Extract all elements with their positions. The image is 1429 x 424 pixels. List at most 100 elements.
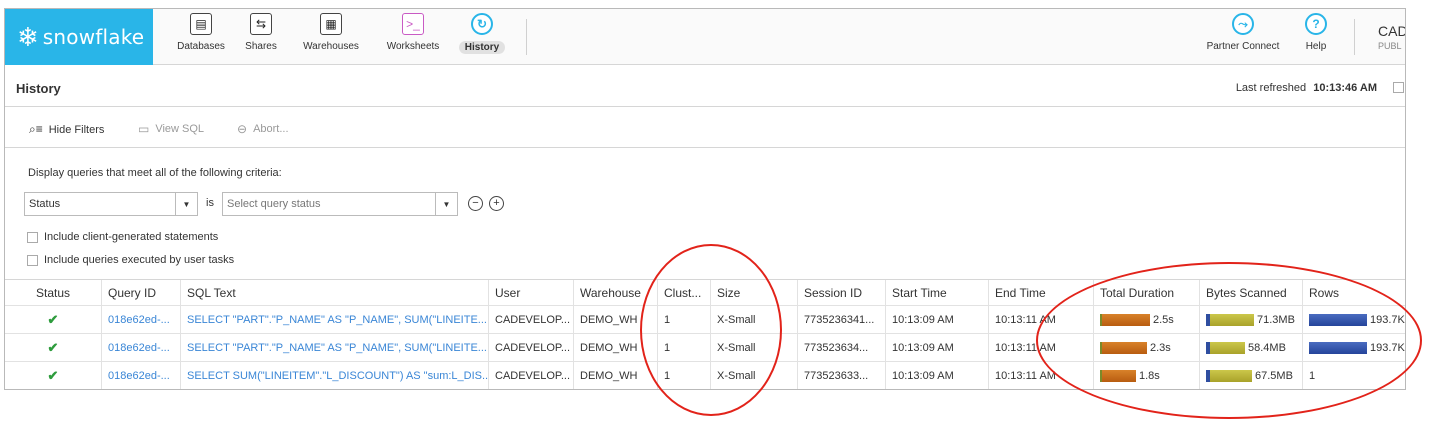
cell-sql-text[interactable]: SELECT "PART"."P_NAME" AS "P_NAME", SUM(… <box>181 306 489 333</box>
nav-help[interactable]: ? Help <box>1301 13 1331 63</box>
cell-total-duration: 2.3s <box>1094 334 1200 361</box>
filter-operator: is <box>206 197 214 209</box>
cell-total-duration: 1.8s <box>1094 362 1200 389</box>
success-check-icon: ✔ <box>47 367 59 383</box>
snowflake-logo[interactable]: ❄ snowflake <box>5 9 153 65</box>
column-header-cluster[interactable]: Clust... <box>658 280 711 305</box>
nav-label: Partner Connect <box>1206 41 1280 52</box>
cell-sql-text[interactable]: SELECT SUM("LINEITEM"."L_DISCOUNT") AS "… <box>181 362 489 389</box>
brand-name: snowflake <box>42 25 145 49</box>
cell-warehouse: DEMO_WH <box>574 362 658 389</box>
include-client-checkbox[interactable]: Include client-generated statements <box>27 231 218 243</box>
include-client-label: Include client-generated statements <box>44 231 219 243</box>
success-check-icon: ✔ <box>47 339 59 355</box>
cell-bytes-scanned: 71.3MB <box>1200 306 1303 333</box>
nav-history[interactable]: ↻ History <box>457 13 507 63</box>
chevron-down-icon: ▼ <box>175 193 197 215</box>
column-header-status[interactable]: Status <box>5 280 102 305</box>
abort-button[interactable]: ⊖ Abort... <box>237 122 289 136</box>
database-icon: ▤ <box>190 13 212 35</box>
nav-partner-connect[interactable]: ⤳ Partner Connect <box>1203 13 1283 63</box>
cell-warehouse: DEMO_WH <box>574 334 658 361</box>
cell-size: X-Small <box>711 306 798 333</box>
abort-label: Abort... <box>253 123 289 135</box>
cell-query-id[interactable]: 018e62ed-... <box>102 334 181 361</box>
column-header-size[interactable]: Size <box>711 280 798 305</box>
terminal-icon: ▭ <box>138 122 150 136</box>
column-header-rows[interactable]: Rows <box>1303 280 1405 305</box>
column-header-session-id[interactable]: Session ID <box>798 280 886 305</box>
cell-end-time: 10:13:11 AM <box>989 306 1094 333</box>
column-header-warehouse[interactable]: Warehouse <box>574 280 658 305</box>
nav-databases[interactable]: ▤ Databases <box>173 13 229 63</box>
rows-bar <box>1309 313 1367 326</box>
help-icon: ? <box>1305 13 1327 35</box>
view-sql-button[interactable]: ▭ View SQL <box>138 122 204 136</box>
warehouses-icon: ▦ <box>320 13 342 35</box>
cell-session-id: 773523633... <box>798 362 886 389</box>
column-header-end-time[interactable]: End Time <box>989 280 1094 305</box>
table-body: ✔ 018e62ed-... SELECT "PART"."P_NAME" AS "… <box>5 306 1405 389</box>
last-refreshed-time: 10:13:46 AM <box>1313 82 1377 94</box>
cell-start-time: 10:13:09 AM <box>886 306 989 333</box>
bytes-scanned-value: 71.3MB <box>1257 313 1295 326</box>
nav-warehouses[interactable]: ▦ Warehouses <box>301 13 361 63</box>
column-header-total-duration[interactable]: Total Duration <box>1094 280 1200 305</box>
cell-status: ✔ <box>5 362 102 389</box>
cell-cluster: 1 <box>658 362 711 389</box>
column-header-user[interactable]: User <box>489 280 574 305</box>
bytes-scanned-bar <box>1206 341 1245 354</box>
bytes-scanned-bar <box>1206 369 1252 382</box>
cell-user: CADEVELOP... <box>489 306 574 333</box>
filter-field-select[interactable]: Status ▼ <box>24 192 198 216</box>
page-title: History <box>16 81 61 96</box>
nav-divider <box>526 19 527 55</box>
cell-bytes-scanned: 67.5MB <box>1200 362 1303 389</box>
total-duration-bar <box>1100 369 1136 382</box>
bytes-scanned-value: 58.4MB <box>1248 341 1286 354</box>
nav-label: Shares <box>245 41 277 52</box>
column-header-bytes-scanned[interactable]: Bytes Scanned <box>1200 280 1303 305</box>
add-filter-button[interactable]: + <box>489 196 504 211</box>
checkbox-box <box>27 231 38 243</box>
cell-rows: 1 <box>1303 362 1405 389</box>
cell-query-id[interactable]: 018e62ed-... <box>102 306 181 333</box>
minus-circle-icon: ⊖ <box>237 122 248 136</box>
cell-query-id[interactable]: 018e62ed-... <box>102 362 181 389</box>
cell-warehouse: DEMO_WH <box>574 306 658 333</box>
auto-refresh-checkbox[interactable] <box>1393 82 1404 93</box>
user-menu[interactable]: CAD PUBL <box>1378 23 1405 51</box>
filter-value-select[interactable]: Select query status ▼ <box>222 192 458 216</box>
table-row[interactable]: ✔ 018e62ed-... SELECT "PART"."P_NAME" AS "… <box>5 334 1405 362</box>
partner-connect-icon: ⤳ <box>1232 13 1254 35</box>
minus-icon: − <box>472 197 479 209</box>
nav-shares[interactable]: ⇆ Shares <box>241 13 281 63</box>
nav-worksheets[interactable]: >_ Worksheets <box>385 13 441 63</box>
table-row[interactable]: ✔ 018e62ed-... SELECT SUM("LINEITEM"."L_DI… <box>5 362 1405 389</box>
total-duration-value: 2.3s <box>1150 341 1171 354</box>
hide-filters-button[interactable]: ⌕≡ Hide Filters <box>29 122 104 137</box>
plus-icon: + <box>493 197 500 209</box>
nav-label: History <box>458 41 506 54</box>
view-sql-label: View SQL <box>155 123 205 135</box>
worksheets-icon: >_ <box>402 13 424 35</box>
hide-filters-label: Hide Filters <box>48 123 105 136</box>
column-header-start-time[interactable]: Start Time <box>886 280 989 305</box>
cell-start-time: 10:13:09 AM <box>886 362 989 389</box>
total-duration-value: 1.8s <box>1139 369 1160 382</box>
table-row[interactable]: ✔ 018e62ed-... SELECT "PART"."P_NAME" AS "… <box>5 306 1405 334</box>
cell-sql-text[interactable]: SELECT "PART"."P_NAME" AS "P_NAME", SUM(… <box>181 334 489 361</box>
column-header-query-id[interactable]: Query ID <box>102 280 181 305</box>
column-header-sql-text[interactable]: SQL Text <box>181 280 489 305</box>
total-duration-bar <box>1100 313 1150 326</box>
filter-criteria-text: Display queries that meet all of the fol… <box>28 167 282 179</box>
cell-bytes-scanned: 58.4MB <box>1200 334 1303 361</box>
remove-filter-button[interactable]: − <box>468 196 483 211</box>
shares-icon: ⇆ <box>250 13 272 35</box>
cell-session-id: 7735236341... <box>798 306 886 333</box>
filter-value-placeholder: Select query status <box>227 198 321 210</box>
bytes-scanned-value: 67.5MB <box>1255 369 1293 382</box>
include-tasks-checkbox[interactable]: Include queries executed by user tasks <box>27 254 234 266</box>
cell-end-time: 10:13:11 AM <box>989 334 1094 361</box>
top-navigation: ❄ snowflake ▤ Databases ⇆ Shares ▦ Wareh… <box>5 9 1405 65</box>
